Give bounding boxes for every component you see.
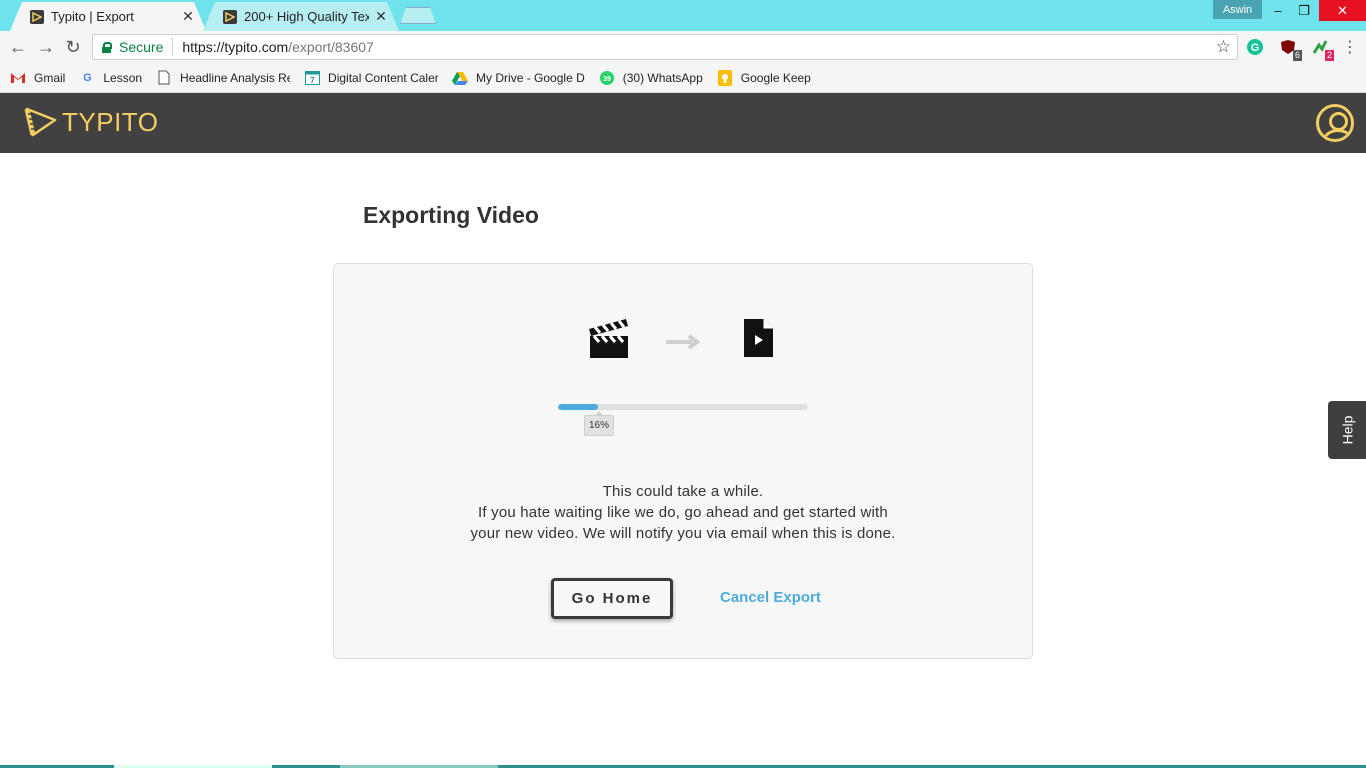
secure-label: Secure [119,39,164,55]
export-message: This could take a while. If you hate wai… [334,481,1032,544]
keep-icon [717,69,733,86]
svg-text:G: G [1251,42,1260,54]
typito-logo-icon [24,107,57,137]
menu-dots-icon[interactable]: ⋮ [1341,38,1359,56]
minimize-button[interactable]: – [1264,0,1292,21]
typito-favicon-icon [223,9,237,24]
profile-name[interactable]: Aswin [1213,0,1262,19]
progress-percent-label: 16% [584,411,615,436]
message-line: This could take a while. [602,483,764,500]
bookmark-whatsapp[interactable]: 39 (30) WhatsApp [599,70,703,86]
go-home-button[interactable]: Go Home [551,578,673,619]
svg-text:39: 39 [603,76,611,83]
message-line: your new video. We will notify you via e… [470,525,896,542]
video-file-icon [744,319,773,357]
lock-icon [102,41,112,53]
close-icon[interactable]: ✕ [180,8,196,25]
ublock-icon[interactable]: 6 [1279,38,1302,61]
export-progress-bar [558,404,808,410]
reload-icon[interactable]: ↻ [63,37,83,57]
url-path: /export/83607 [288,39,374,55]
restore-button[interactable]: ❐ [1290,0,1318,21]
browser-tab-strip: Typito | Export ✕ 200+ High Quality Text… [0,0,1366,31]
address-bar[interactable]: Secure https://typito.com/export/83607 ☆ [92,34,1238,60]
browser-toolbar: ← → ↻ Secure https://typito.com/export/8… [0,31,1366,63]
typito-logo[interactable]: TYPITO [24,106,158,138]
tab-title: Typito | Export [51,9,134,24]
logo-text: TYPITO [62,106,159,137]
forward-arrow-icon[interactable]: → [36,37,56,57]
google-icon: G [83,71,92,84]
page-icon [156,70,172,86]
export-card: 16% This could take a while. If you hate… [333,263,1033,659]
page-title: Exporting Video [363,202,539,228]
back-arrow-icon[interactable]: ← [8,37,28,57]
bookmark-star-icon[interactable]: ☆ [1216,37,1231,57]
new-tab-button[interactable] [400,7,436,24]
gmail-icon [10,70,26,86]
bookmarks-bar: Gmail G Lesson Headline Analysis Re 7 Di… [0,63,1366,93]
bookmark-lesson[interactable]: G Lesson [79,70,142,86]
help-tab[interactable]: Help [1328,401,1366,459]
progress-fill [558,404,598,410]
help-label: Help [1338,415,1355,445]
bookmark-gmail[interactable]: Gmail [10,70,65,86]
grammarly-icon[interactable]: G [1246,38,1264,56]
tab-typito-export[interactable]: Typito | Export ✕ [10,2,206,31]
tab-text-animations[interactable]: 200+ High Quality Text A ✕ [203,2,399,31]
window-close-button[interactable]: ✕ [1319,0,1366,21]
url-host: https://typito.com [182,39,289,55]
drive-icon [452,70,469,86]
close-icon[interactable]: ✕ [373,8,389,25]
user-avatar-icon[interactable] [1316,104,1354,142]
app-header: TYPITO [0,93,1366,153]
bookmark-my-drive[interactable]: My Drive - Google D [452,70,585,86]
bookmark-digital-content[interactable]: 7 Digital Content Caler [304,70,438,86]
cancel-export-link[interactable]: Cancel Export [720,589,821,606]
typito-favicon-icon [30,9,44,24]
calendar-icon: 7 [304,70,320,86]
clapperboard-icon [589,319,628,358]
bookmark-headline-analysis[interactable]: Headline Analysis Re [156,70,290,86]
arrow-right-icon [666,334,700,350]
whatsapp-icon: 39 [599,70,615,86]
tab-title: 200+ High Quality Text A [244,9,369,24]
svg-text:7: 7 [310,76,315,85]
extension-icon[interactable]: 2 [1311,38,1334,61]
bookmark-google-keep[interactable]: Google Keep [717,69,811,86]
message-line: If you hate waiting like we do, go ahead… [478,504,888,521]
